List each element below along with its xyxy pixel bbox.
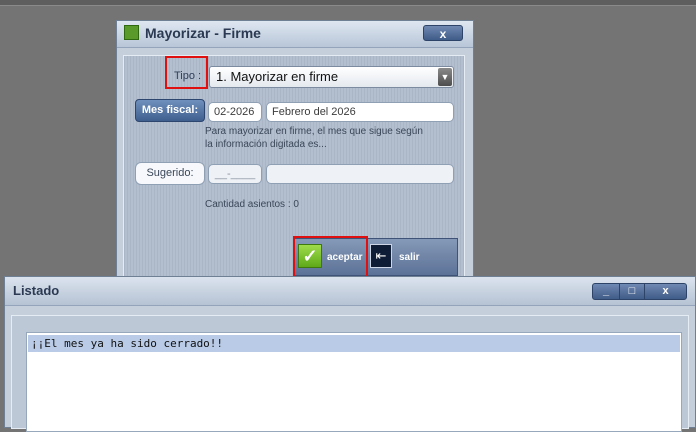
window-controls: _ □ x [592, 283, 687, 300]
hint-line-2: la información digitada es... [205, 139, 327, 150]
accept-button[interactable]: ✓ aceptar [293, 236, 368, 278]
minimize-button[interactable]: _ [592, 283, 620, 300]
tipo-select[interactable]: 1. Mayorizar en firme ▼ [209, 66, 454, 88]
listado-list[interactable]: ¡¡El mes ya ha sido cerrado!! [26, 332, 682, 432]
tipo-select-value: 1. Mayorizar en firme [216, 69, 339, 84]
mes-fiscal-button[interactable]: Mes fiscal: [135, 99, 205, 122]
chevron-down-icon[interactable]: ▼ [438, 68, 452, 86]
mes-code-field[interactable]: 02-2026 [208, 102, 262, 122]
listado-window: Listado _ □ x ¡¡El mes ya ha sido cerrad… [4, 276, 696, 432]
exit-icon: ⇤ [370, 244, 392, 268]
chart-icon [124, 25, 139, 40]
cantidad-asientos: Cantidad asientos : 0 [205, 199, 299, 210]
sugerido-button[interactable]: Sugerido: [135, 162, 205, 185]
top-border [0, 0, 696, 6]
close-button[interactable]: x [644, 283, 687, 300]
listado-title: Listado [13, 283, 60, 298]
hint-text: Para mayorizar en firme, el mes que sigu… [205, 125, 455, 151]
mes-name-field[interactable]: Febrero del 2026 [266, 102, 454, 122]
close-button[interactable]: x [423, 25, 463, 41]
exit-label: salir [399, 252, 420, 263]
listado-title-bar[interactable]: Listado _ □ x [5, 277, 695, 306]
dialog-title-bar[interactable]: Mayorizar - Firme x [117, 21, 473, 48]
listado-body: ¡¡El mes ya ha sido cerrado!! [11, 315, 689, 432]
sugerido-name-field [266, 164, 454, 184]
accept-label: aceptar [327, 252, 363, 263]
maximize-button[interactable]: □ [619, 283, 645, 300]
list-item[interactable]: ¡¡El mes ya ha sido cerrado!! [28, 335, 680, 352]
tipo-label: Tipo : [174, 70, 202, 82]
sugerido-code-field: __-____ [208, 164, 262, 184]
exit-button[interactable]: ⇤ salir [368, 238, 458, 276]
hint-line-1: Para mayorizar en firme, el mes que sigu… [205, 126, 423, 137]
dialog-title: Mayorizar - Firme [145, 25, 261, 41]
check-icon: ✓ [298, 244, 322, 268]
